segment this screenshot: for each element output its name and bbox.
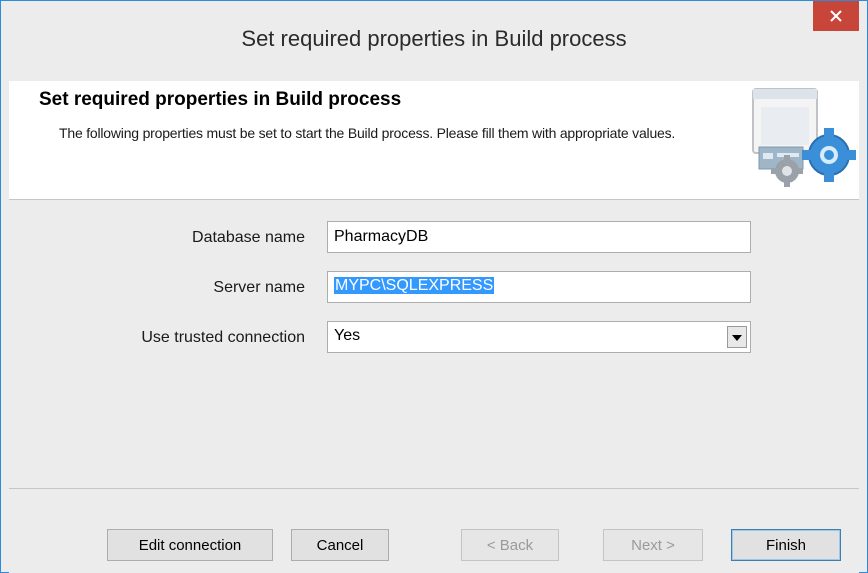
next-button[interactable]: Next > bbox=[603, 529, 703, 561]
finish-button[interactable]: Finish bbox=[731, 529, 841, 561]
database-name-input[interactable] bbox=[327, 221, 751, 253]
header-panel: Set required properties in Build process… bbox=[9, 81, 859, 200]
header-title: Set required properties in Build process bbox=[39, 89, 402, 110]
window-gear-icon bbox=[747, 83, 859, 195]
trusted-connection-label: Use trusted connection bbox=[141, 329, 305, 346]
database-name-label: Database name bbox=[192, 229, 305, 246]
window-title: Set required properties in Build process bbox=[241, 26, 627, 51]
server-name-input[interactable]: MYPC\SQLEXPRESS bbox=[327, 271, 751, 303]
server-name-value: MYPC\SQLEXPRESS bbox=[334, 277, 495, 294]
server-name-label: Server name bbox=[213, 279, 305, 296]
trusted-connection-select[interactable]: Yes bbox=[327, 321, 751, 353]
back-button[interactable]: < Back bbox=[461, 529, 559, 561]
dropdown-arrow[interactable] bbox=[727, 326, 747, 348]
edit-connection-button[interactable]: Edit connection bbox=[107, 529, 273, 561]
header-description: The following properties must be set to … bbox=[59, 125, 676, 141]
close-button[interactable] bbox=[813, 1, 859, 31]
close-icon bbox=[830, 10, 842, 22]
trusted-connection-value: Yes bbox=[334, 327, 361, 344]
chevron-down-icon bbox=[732, 328, 742, 346]
properties-panel: Database name Server name MYPC\SQLEXPRES… bbox=[9, 200, 859, 487]
title-bar[interactable]: Set required properties in Build process bbox=[1, 1, 867, 81]
dialog-window: Set required properties in Build process… bbox=[0, 0, 868, 573]
cancel-button[interactable]: Cancel bbox=[291, 529, 389, 561]
button-bar: Edit connection Cancel < Back Next > Fin… bbox=[9, 488, 859, 573]
